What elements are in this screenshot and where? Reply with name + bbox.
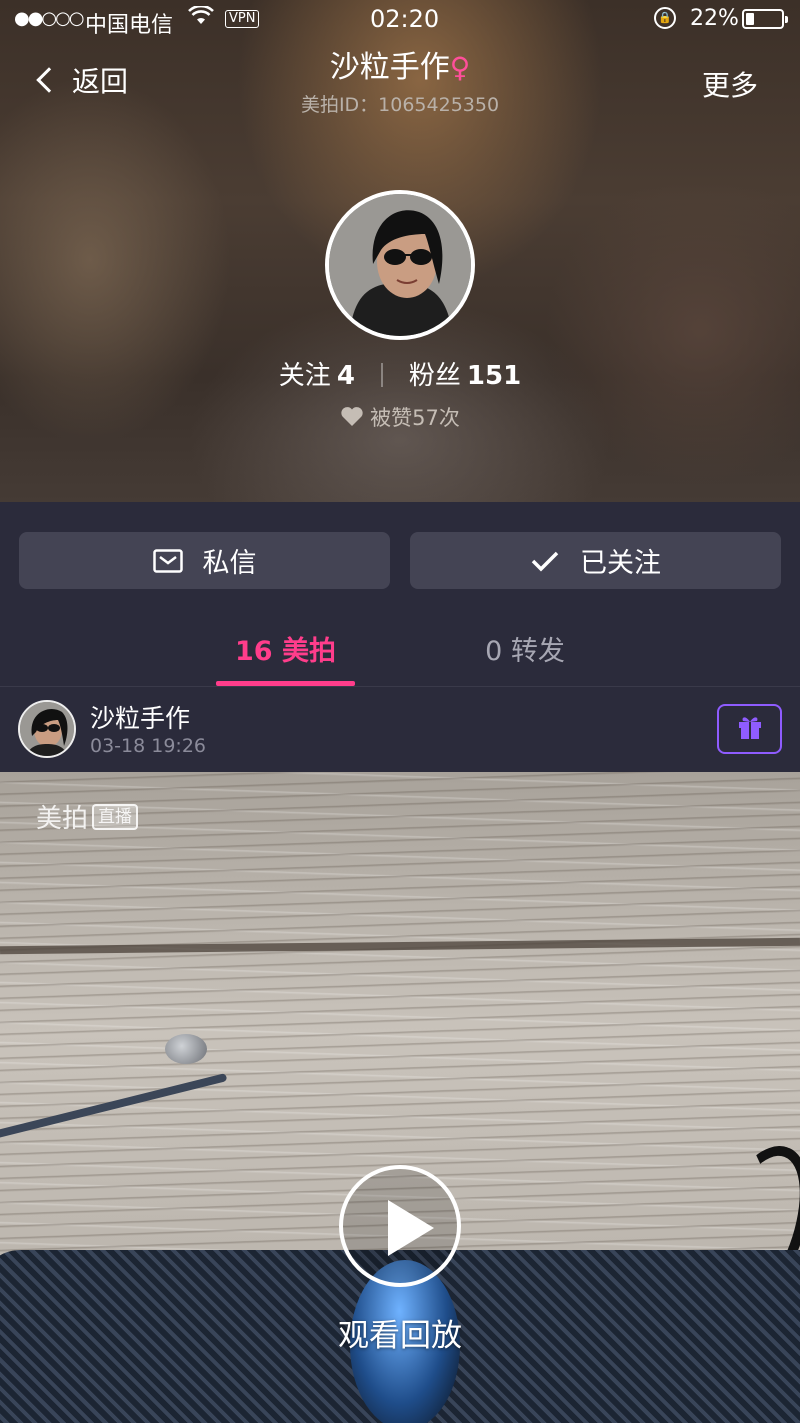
gift-icon: [736, 713, 764, 745]
play-button[interactable]: [339, 1165, 461, 1287]
battery-icon: [742, 9, 788, 29]
status-time: 02:20: [370, 5, 440, 33]
carrier-name: 中国电信: [85, 13, 174, 38]
female-gender-icon: ♀: [449, 51, 471, 84]
envelope-icon: [152, 548, 183, 573]
watermark-brand: 美拍: [36, 804, 89, 834]
tab-repost[interactable]: 0 转发: [470, 629, 580, 668]
meipai-live-watermark: 美拍 直播: [36, 798, 139, 835]
profile-avatar[interactable]: [325, 190, 475, 340]
orientation-lock-icon: 🔒: [654, 7, 676, 29]
status-bar: ●●○○○ 中国电信 VPN 02:20 🔒 22%: [0, 0, 800, 40]
replay-label: 观看回放: [338, 1318, 462, 1354]
fans-stat[interactable]: 粉丝 151: [409, 361, 521, 391]
bracelet-cord: [0, 1073, 228, 1139]
watermark-live-badge: 直播: [92, 803, 139, 830]
play-icon: [388, 1200, 434, 1256]
gift-button[interactable]: [717, 704, 782, 754]
tab-meipai[interactable]: 16 美拍: [216, 629, 355, 686]
following-label: 关注: [278, 361, 331, 391]
fans-label: 粉丝: [408, 361, 461, 391]
likes-summary: 被赞57次: [0, 402, 800, 432]
checkmark-icon: [530, 549, 560, 573]
signal-strength-icon: ●●○○○: [14, 8, 85, 29]
post-header: 沙粒手作 03-18 19:26: [0, 687, 800, 772]
user-id: 美拍ID：1065425350: [300, 94, 500, 116]
wifi-icon: [188, 4, 214, 31]
likes-text: 被赞57次: [370, 406, 460, 430]
video-thumbnail[interactable]: 美拍 直播 观看回放: [0, 772, 800, 1423]
message-label: 私信: [202, 548, 257, 579]
more-button[interactable]: 更多: [702, 64, 758, 104]
page-title: 沙粒手作♀: [0, 42, 800, 86]
wood-plank-seam: [0, 937, 800, 955]
battery-percentage: 22%: [690, 6, 739, 31]
profile-tabs: 16 美拍 0 转发: [0, 617, 800, 687]
follow-label: 已关注: [580, 548, 661, 579]
heart-icon: [340, 406, 364, 432]
stats-divider: [380, 363, 383, 387]
vpn-badge: VPN: [225, 10, 260, 28]
bracelet-bead: [165, 1034, 207, 1064]
message-button[interactable]: 私信: [19, 532, 390, 589]
fans-count: 151: [466, 361, 522, 391]
username-title: 沙粒手作: [329, 50, 450, 85]
following-stat[interactable]: 关注 4: [279, 361, 355, 391]
post-timestamp: 03-18 19:26: [90, 735, 207, 757]
following-button[interactable]: 已关注: [410, 532, 781, 589]
following-count: 4: [336, 361, 355, 391]
content-panel: 私信 已关注 16 美拍 0 转发 沙粒手作 03-18 19:26: [0, 502, 800, 772]
profile-stats: 关注 4 粉丝 151: [0, 355, 800, 392]
post-author-name[interactable]: 沙粒手作: [90, 699, 190, 735]
post-author-avatar[interactable]: [18, 700, 76, 758]
